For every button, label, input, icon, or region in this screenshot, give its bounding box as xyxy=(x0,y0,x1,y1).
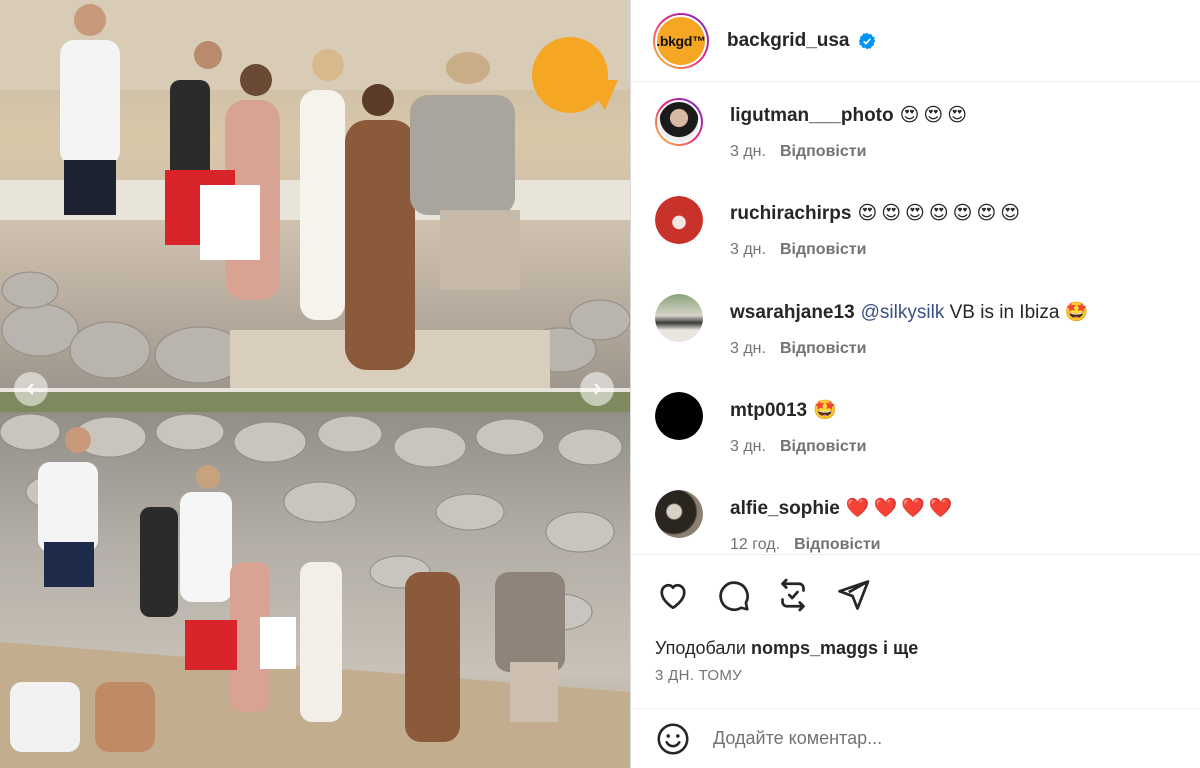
reply-button[interactable]: Відповісти xyxy=(794,536,880,553)
commenter-username[interactable]: alfie_sophie xyxy=(730,498,840,519)
post-photo-bottom xyxy=(0,392,630,768)
commenter-username[interactable]: ligutman___photo xyxy=(730,105,894,126)
send-icon[interactable] xyxy=(835,577,871,613)
comment-text: 😍😍😍 xyxy=(899,105,972,126)
add-comment-bar xyxy=(631,708,1200,768)
likes-user[interactable]: nomps_maggs xyxy=(751,638,878,658)
comment-time: 3 дн. xyxy=(730,340,766,357)
reply-button[interactable]: Відповісти xyxy=(780,438,866,455)
likes-prefix: Уподобали xyxy=(655,638,751,658)
repost-icon[interactable] xyxy=(775,577,811,613)
commenter-avatar[interactable] xyxy=(655,98,703,146)
emoji-icon[interactable] xyxy=(655,721,691,757)
commenter-username[interactable]: mtp0013 xyxy=(730,400,807,421)
comments-list: ligutman___photo 😍😍😍 3 дн. Відповісти ruch… xyxy=(631,82,1200,554)
reply-button[interactable]: Відповісти xyxy=(780,340,866,357)
commenter-avatar[interactable] xyxy=(655,196,703,244)
chevron-left-icon xyxy=(26,383,34,395)
heart-icon[interactable] xyxy=(655,577,691,613)
likes-suffix[interactable]: і ще xyxy=(878,638,918,658)
comment-time: 3 дн. xyxy=(730,143,766,160)
post-header: .bkgd™ backgrid_usa xyxy=(631,0,1200,82)
account-username[interactable]: backgrid_usa xyxy=(727,30,850,52)
verified-badge-icon xyxy=(858,32,875,49)
comment-item: ligutman___photo 😍😍😍 3 дн. Відповісти xyxy=(655,88,1185,186)
comment-input[interactable] xyxy=(713,728,1133,749)
comment-item: alfie_sophie ❤️❤️❤️❤️ 12 год. Відповісти xyxy=(655,480,1185,554)
brand-logo: .bkgd™ xyxy=(656,16,706,65)
chevron-right-icon xyxy=(594,383,602,395)
beach-scene-top xyxy=(0,0,630,390)
post-timestamp: 3 ДН. ТОМУ xyxy=(655,667,743,684)
commenter-username[interactable]: ruchirachirps xyxy=(730,203,851,224)
account-avatar[interactable]: .bkgd™ xyxy=(653,12,709,69)
beach-scene-bottom xyxy=(0,392,630,768)
comment-time: 3 дн. xyxy=(730,438,766,455)
comment-mention[interactable]: @silkysilk xyxy=(861,302,945,323)
commenter-username[interactable]: wsarahjane13 xyxy=(730,302,855,323)
likes-summary[interactable]: Уподобали nomps_maggs і ще xyxy=(655,638,918,659)
comment-item: mtp0013 🤩 3 дн. Відповісти xyxy=(655,382,1185,480)
post-details-panel: .bkgd™ backgrid_usa ligutman___photo 😍😍😍 … xyxy=(630,0,1200,768)
brand-logo-text: .bkgd™ xyxy=(656,32,706,49)
carousel-next-button[interactable] xyxy=(580,372,614,406)
comment-time: 3 дн. xyxy=(730,241,766,258)
commenter-avatar[interactable] xyxy=(655,490,703,538)
comment-text: 🤩 xyxy=(813,400,841,421)
commenter-avatar[interactable] xyxy=(655,392,703,440)
post-photo-top xyxy=(0,0,630,390)
commenter-avatar[interactable] xyxy=(655,294,703,342)
reply-button[interactable]: Відповісти xyxy=(780,241,866,258)
post-media xyxy=(0,0,630,768)
comment-emoji: 🤩 xyxy=(1064,302,1089,323)
post-actions-bar xyxy=(631,554,1200,632)
reply-button[interactable]: Відповісти xyxy=(780,143,866,160)
comment-icon[interactable] xyxy=(715,577,751,613)
comment-item: wsarahjane13 @silkysilk VB is in Ibiza 🤩 … xyxy=(655,284,1185,382)
comment-time: 12 год. xyxy=(730,536,781,553)
comment-text: VB is in Ibiza xyxy=(944,302,1065,323)
comment-text: 😍😍😍😍😍😍😍 xyxy=(857,203,1025,224)
comment-item: ruchirachirps 😍😍😍😍😍😍😍 3 дн. Відповісти xyxy=(655,186,1185,284)
carousel-prev-button[interactable] xyxy=(14,372,48,406)
comment-text: ❤️❤️❤️❤️ xyxy=(845,498,957,519)
